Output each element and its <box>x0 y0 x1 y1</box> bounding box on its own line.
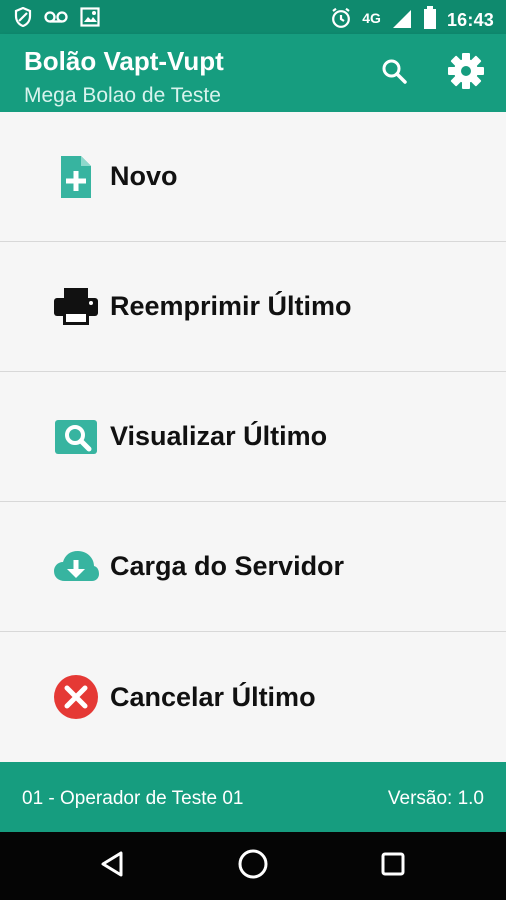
printer-icon <box>52 283 100 331</box>
menu-item-label: Carga do Servidor <box>110 551 345 581</box>
gear-icon <box>446 51 486 96</box>
settings-button[interactable] <box>448 52 484 91</box>
search-button[interactable] <box>376 55 412 91</box>
home-button[interactable] <box>231 844 275 888</box>
menu-item-label: Cancelar Último <box>110 681 316 712</box>
footer: 01 - Operador de Teste 01 Versão: 1.0 <box>0 762 506 832</box>
status-bar: 4G 16:43 <box>0 0 506 34</box>
menu-item-carga-servidor[interactable]: Carga do Servidor <box>0 502 506 632</box>
battery-icon <box>423 6 437 35</box>
android-navigation-bar <box>0 832 506 900</box>
operator-label: 01 - Operador de Teste 01 <box>22 788 244 809</box>
network-type: 4G <box>362 9 381 26</box>
voicemail-icon <box>44 10 68 29</box>
menu-item-label: Visualizar Último <box>110 421 328 451</box>
recent-apps-icon <box>380 851 406 882</box>
search-icon <box>380 57 408 90</box>
app-bar: Bolão Vapt-Vupt Mega Bolao de Teste <box>0 34 506 112</box>
status-time: 16:43 <box>446 10 494 30</box>
main-menu: Novo Reemprimir Último Visualizar Último… <box>0 112 506 762</box>
menu-item-reemprimir[interactable]: Reemprimir Último <box>0 242 506 372</box>
status-system: 4G 16:43 <box>330 6 494 35</box>
cancel-icon <box>52 673 100 721</box>
new-document-icon <box>52 153 100 201</box>
menu-item-label: Novo <box>110 161 178 191</box>
shield-icon <box>14 6 32 32</box>
menu-item-visualizar[interactable]: Visualizar Último <box>0 372 506 502</box>
alarm-icon <box>330 7 352 34</box>
signal-icon <box>391 7 413 34</box>
recent-apps-button[interactable] <box>371 844 415 888</box>
back-button[interactable] <box>91 844 135 888</box>
home-icon <box>236 847 270 886</box>
menu-item-novo[interactable]: Novo <box>0 112 506 242</box>
cloud-download-icon <box>52 543 100 591</box>
status-notifications <box>14 6 100 32</box>
app-title: Bolão Vapt-Vupt <box>24 46 224 76</box>
back-icon <box>99 850 127 883</box>
app-subtitle: Mega Bolao de Teste <box>24 84 221 107</box>
search-icon <box>52 413 100 461</box>
menu-item-cancelar[interactable]: Cancelar Último <box>0 632 506 762</box>
menu-item-label: Reemprimir Último <box>110 291 352 321</box>
version-label: Versão: 1.0 <box>387 788 484 809</box>
image-icon <box>80 7 100 32</box>
